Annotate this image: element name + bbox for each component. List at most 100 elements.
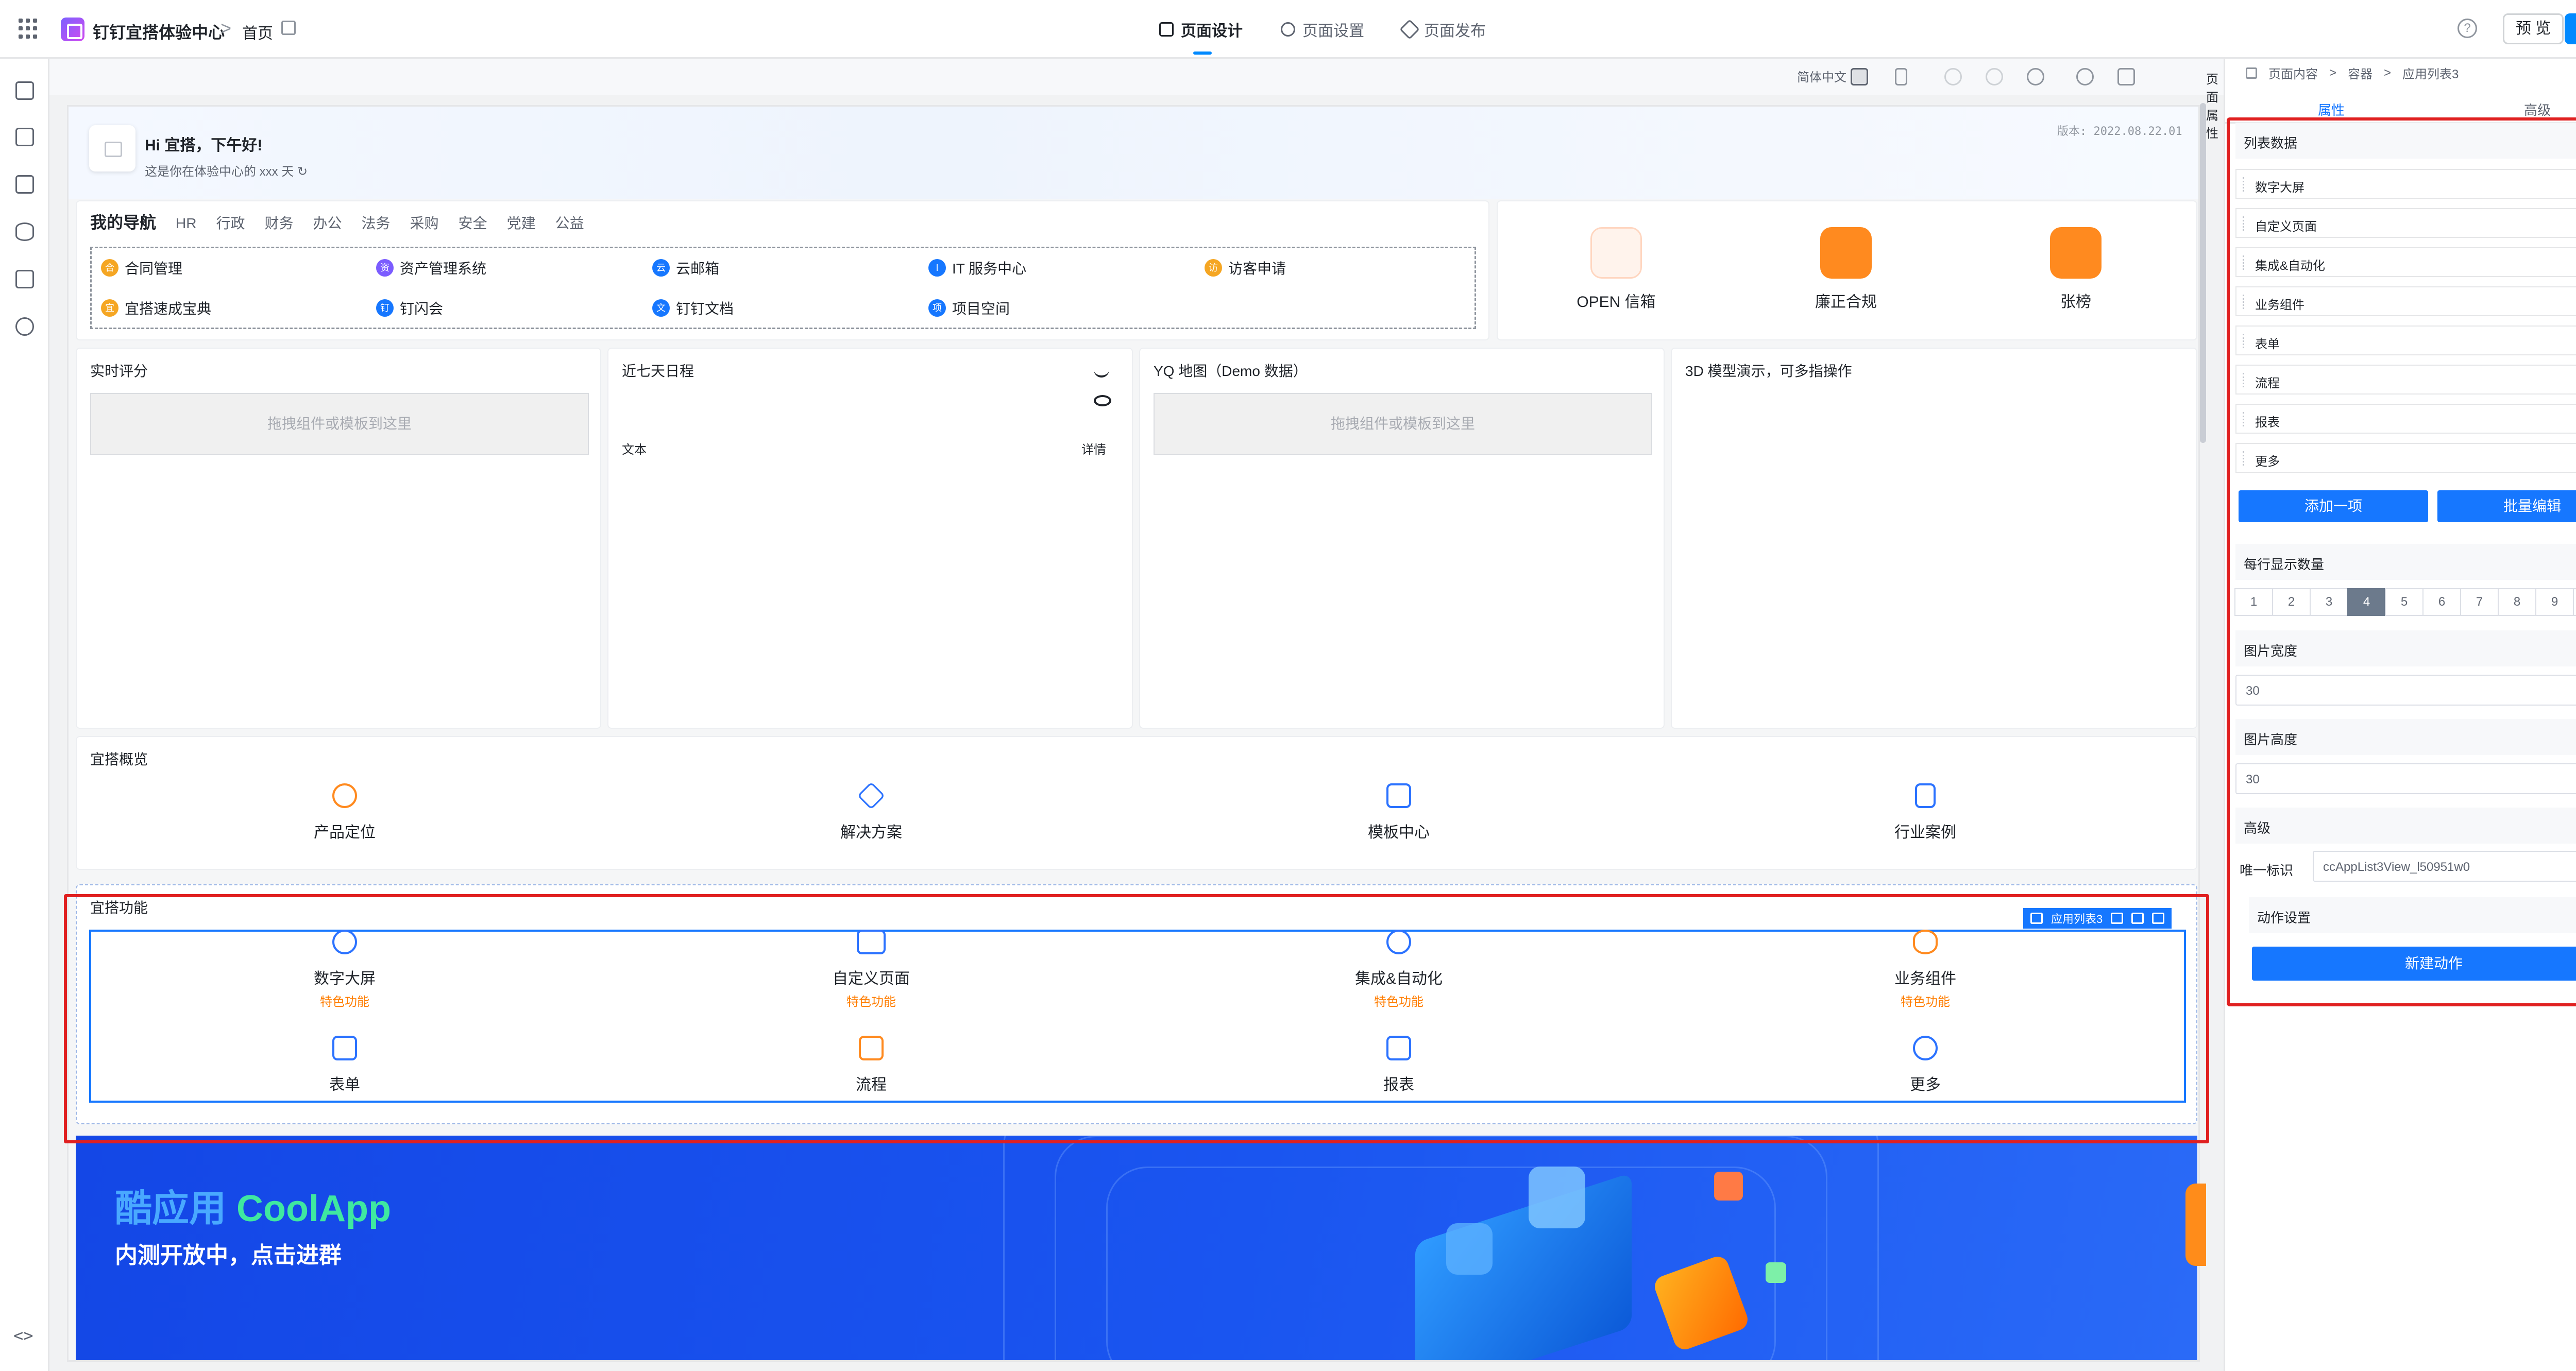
breadcrumb-home[interactable]: 首页 (242, 21, 273, 43)
search-icon[interactable] (2076, 68, 2094, 85)
overview-item[interactable]: 产品定位 (267, 783, 422, 842)
nav-cat-admin[interactable]: 行政 (216, 212, 245, 233)
open-mailbox-icon (1590, 227, 1642, 279)
nav-item[interactable]: 访 访客申请 (1205, 258, 1286, 278)
nav-categories: 我的导航 HR 行政 财务 办公 法务 采购 安全 党建 公益 (90, 210, 584, 233)
code-icon[interactable]: <> (13, 1326, 33, 1345)
left-rail: <> (0, 59, 49, 1371)
nav-item[interactable]: 合 合同管理 (101, 258, 182, 278)
coolapp-banner[interactable]: 酷应用 CoolApp 内测开放中，点击进群 (76, 1136, 2197, 1360)
card-title: 实时评分 (90, 363, 148, 379)
decorative-tile (1446, 1223, 1493, 1275)
project-icon: 项 (928, 299, 946, 317)
outline-tree-icon[interactable] (15, 81, 34, 100)
hero-header: Hi 宜搭，下午好! 这是你在体验中心的 xxx 天 ↻ 版本: 2022.08… (69, 107, 2198, 199)
crumb-item[interactable]: 容器 (2348, 64, 2372, 82)
nav-item[interactable]: 文 钉钉文档 (652, 298, 734, 318)
overview-item[interactable]: 解决方案 (794, 781, 948, 842)
app-tile[interactable]: 张榜 (2009, 227, 2143, 312)
history-icon[interactable] (2027, 68, 2044, 85)
save-button[interactable]: 保 存 (2565, 13, 2576, 44)
preview-button[interactable]: 预 览 (2503, 13, 2564, 44)
desktop-view-icon[interactable] (1851, 68, 1868, 85)
decorative-tile (1529, 1167, 1585, 1228)
tab-advanced[interactable]: 高级 (2524, 100, 2551, 119)
nav-cat-legal[interactable]: 法务 (362, 212, 391, 233)
app-logo (61, 18, 84, 41)
schedule-card: 近七天日程 文本 详情 (607, 348, 1133, 729)
layout-icon (1159, 22, 1174, 37)
greeting-sub: 这是你在体验中心的 xxx 天 ↻ (145, 165, 308, 179)
card-title: 近七天日程 (622, 363, 694, 379)
nav-title[interactable]: 我的导航 (90, 210, 156, 233)
canvas-toolbar: 简体中文 ⌄ 页面属性 new (49, 59, 2277, 141)
schedule-detail-link[interactable]: 详情 (1081, 439, 1106, 457)
datasource-icon[interactable] (15, 222, 34, 241)
tab-page-design[interactable]: 页面设计 (1159, 0, 1243, 59)
nav-item[interactable]: 资 资产管理系统 (376, 258, 486, 278)
nav-cat-office[interactable]: 办公 (313, 212, 342, 233)
breadcrumb-separator: > (221, 18, 232, 39)
decorative-tile (1766, 1262, 1786, 1283)
avatar (89, 125, 135, 172)
nav-item[interactable]: I IT 服务中心 (928, 258, 1026, 278)
undo-icon[interactable] (1944, 68, 1962, 85)
tab-page-publish[interactable]: 页面发布 (1399, 0, 1486, 59)
target-icon (332, 783, 357, 808)
nav-item[interactable]: 钉 钉闪会 (376, 298, 443, 318)
document-icon (1915, 783, 1936, 808)
tab-label: 页面设置 (1302, 23, 1364, 40)
nav-cat-hr[interactable]: HR (176, 215, 196, 232)
overview-item[interactable]: 模板中心 (1321, 783, 1476, 842)
js-panel-icon[interactable] (15, 270, 34, 288)
app-tile[interactable]: 廉正合规 (1779, 227, 1913, 312)
globe-icon[interactable] (15, 317, 34, 336)
gear-icon (1281, 22, 1295, 37)
mail-icon: 云 (652, 259, 670, 277)
apps-grid-icon[interactable] (19, 19, 39, 39)
asset-icon: 资 (376, 259, 394, 277)
top-bar: 钉钉宜搭体验中心 > 首页 页面设计 页面设置 页面发布 ? 预 览 保 存 (0, 0, 2576, 59)
tab-properties[interactable]: 属性 (2314, 100, 2346, 129)
overview-item[interactable]: 行业案例 (1848, 783, 2003, 842)
edit-icon[interactable] (281, 21, 296, 35)
nav-item[interactable]: 云 云邮箱 (652, 258, 719, 278)
schedule-text: 文本 (622, 443, 647, 457)
nav-cat-charity[interactable]: 公益 (555, 212, 584, 233)
help-icon[interactable]: ? (2458, 19, 2477, 38)
keyboard-icon[interactable] (2117, 68, 2135, 85)
side-collapse-tab[interactable] (2185, 1184, 2206, 1266)
mobile-view-icon[interactable] (1895, 68, 1907, 85)
tab-page-settings[interactable]: 页面设置 (1281, 0, 1364, 59)
docs-icon: 文 (652, 299, 670, 317)
tab-label: 页面发布 (1424, 23, 1486, 40)
dropzone[interactable]: 拖拽组件或模板到这里 (1154, 393, 1652, 455)
app-tile[interactable]: OPEN 信箱 (1549, 227, 1683, 312)
crumb-item[interactable]: 应用列表3 (2402, 64, 2459, 82)
eye-closed-icon[interactable] (1094, 369, 1109, 378)
map-card: YQ 地图（Demo 数据） 拖拽组件或模板到这里 (1139, 348, 1665, 729)
nav-cat-finance[interactable]: 财务 (264, 212, 293, 233)
model3d-card: 3D 模型演示，可多指操作 (1671, 348, 2197, 729)
nav-cat-security[interactable]: 安全 (459, 212, 487, 233)
nav-cat-party[interactable]: 党建 (507, 212, 536, 233)
card-title: 3D 模型演示，可多指操作 (1685, 363, 1852, 379)
design-canvas[interactable]: Hi 宜搭，下午好! 这是你在体验中心的 xxx 天 ↻ 版本: 2022.08… (67, 105, 2200, 1362)
crumb-item[interactable]: 页面内容 (2268, 64, 2318, 82)
send-icon (1399, 19, 1420, 40)
components-icon[interactable] (15, 128, 34, 146)
section-title: 宜搭概览 (90, 751, 148, 767)
nav-item[interactable]: 宜 宜搭速成宝典 (101, 298, 211, 318)
nav-item[interactable]: 项 项目空间 (928, 298, 1010, 318)
dropzone[interactable]: 拖拽组件或模板到这里 (90, 393, 589, 455)
redo-icon[interactable] (1986, 68, 2003, 85)
canvas-scrollbar[interactable] (2200, 103, 2206, 443)
visitor-icon: 访 (1205, 259, 1222, 277)
templates-icon[interactable] (15, 175, 34, 194)
nav-cat-purchase[interactable]: 采购 (410, 212, 439, 233)
highlight-selected-component (64, 894, 2209, 1143)
monitor-icon (1386, 783, 1411, 808)
page-properties-button[interactable]: 页面属性 (2206, 69, 2224, 141)
eye-icon[interactable] (1094, 395, 1111, 406)
component-breadcrumb: 页面内容 > 容器 > 应用列表3 (2246, 64, 2459, 82)
